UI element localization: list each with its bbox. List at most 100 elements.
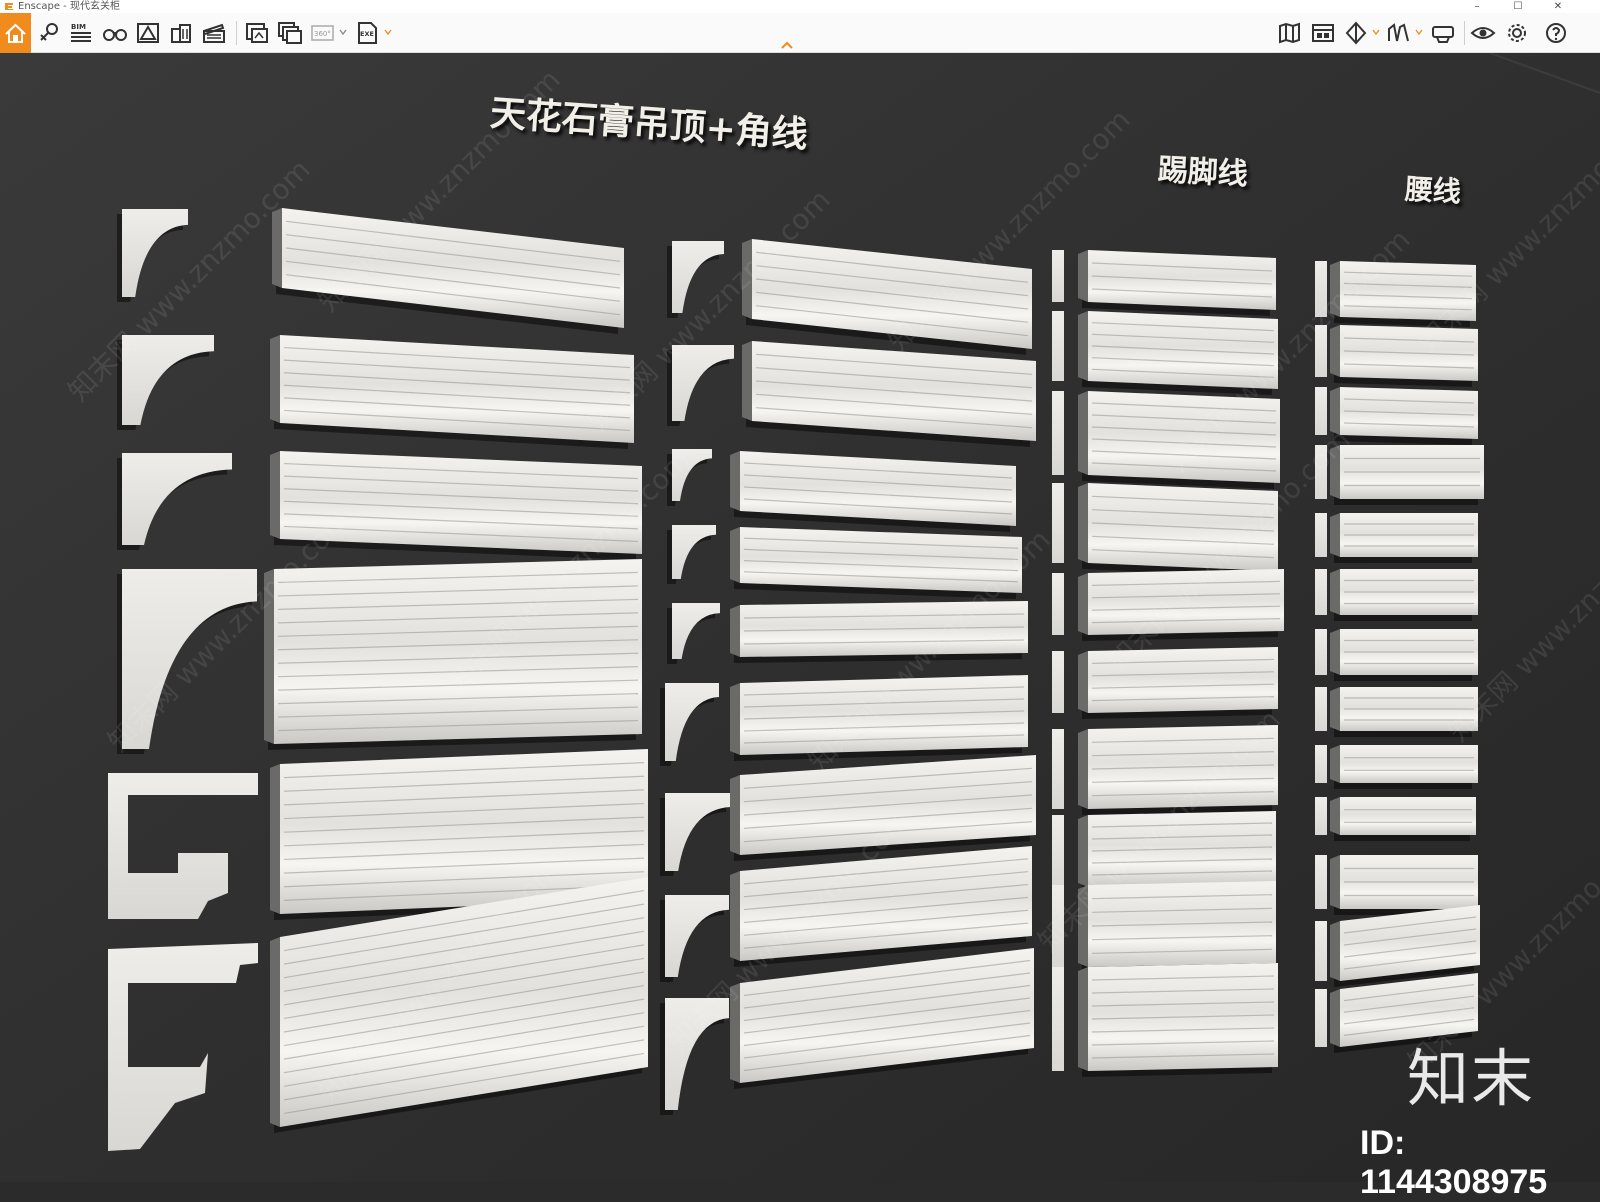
waist-panel-5-end bbox=[1330, 569, 1340, 615]
waist-profile bbox=[1315, 387, 1327, 435]
minimize-button[interactable]: – bbox=[1462, 0, 1492, 13]
asset-library-icon bbox=[1312, 24, 1334, 42]
waist-line-title: 腰线 bbox=[1404, 172, 1462, 209]
skirting-profile bbox=[1052, 967, 1064, 1071]
cornice-strip-g2-end bbox=[730, 451, 740, 511]
toolbar-separator bbox=[236, 21, 237, 45]
settings-button[interactable] bbox=[1504, 21, 1530, 45]
vr-icon bbox=[1432, 26, 1454, 43]
chevron-down-icon[interactable] bbox=[1372, 28, 1380, 36]
scene-icon bbox=[137, 23, 159, 43]
visual-settings-icon bbox=[1345, 21, 1367, 45]
exe-label: EXE bbox=[360, 30, 374, 38]
waist-profile bbox=[1315, 745, 1327, 783]
buildings-button[interactable] bbox=[168, 21, 194, 45]
map-button[interactable] bbox=[1277, 21, 1303, 45]
bim-label: BIM bbox=[71, 23, 86, 31]
close-button[interactable]: ✕ bbox=[1543, 0, 1573, 13]
cornice-strip-c-end bbox=[270, 451, 280, 539]
panorama-label: 360° bbox=[314, 30, 331, 38]
enscape-logo-icon bbox=[5, 3, 13, 10]
export-exe-icon: EXE bbox=[358, 22, 377, 44]
cornice-strip-b-end bbox=[270, 335, 280, 423]
waist-profile bbox=[1315, 629, 1327, 675]
skirting-panel-6-end bbox=[1078, 729, 1088, 809]
visibility-button[interactable] bbox=[1470, 21, 1496, 45]
buildings-icon bbox=[171, 24, 191, 43]
batch-render-icon bbox=[278, 22, 302, 44]
skirting-panel-2-end bbox=[1078, 391, 1088, 475]
cornice-strip-a-end bbox=[272, 208, 282, 288]
waist-panel-7-end bbox=[1330, 687, 1340, 731]
waist-panel-12-end bbox=[1330, 989, 1340, 1047]
skirting-panel-3-end bbox=[1078, 483, 1088, 563]
chevron-down-icon[interactable] bbox=[1415, 28, 1423, 36]
cornice-strip-g4-end bbox=[730, 605, 740, 657]
cornice-strip-g7-end bbox=[730, 871, 740, 961]
visual-settings-button[interactable] bbox=[1343, 21, 1369, 45]
home-button[interactable] bbox=[0, 13, 31, 53]
waist-profile bbox=[1315, 989, 1327, 1047]
skirting-profile bbox=[1052, 311, 1064, 381]
waist-panel-8-end bbox=[1330, 745, 1340, 783]
chevron-down-icon[interactable] bbox=[384, 28, 392, 36]
scene-button[interactable] bbox=[135, 21, 161, 45]
enscape-toolbar: BIM 360° EXE bbox=[0, 13, 1600, 53]
screenshot-icon bbox=[246, 23, 268, 43]
binoculars-icon bbox=[103, 29, 127, 41]
waist-panel-6-end bbox=[1330, 629, 1340, 675]
model-id-label: ID: 1144308975 bbox=[1360, 1124, 1548, 1201]
window-title-bar: Enscape - 现代玄关柜 – ☐ ✕ bbox=[0, 0, 1600, 13]
clapper-icon bbox=[203, 23, 225, 43]
waist-profile bbox=[1315, 921, 1327, 981]
collab-icon bbox=[1388, 23, 1409, 42]
toolbar-separator bbox=[1464, 21, 1465, 45]
skirting-panel-7-end bbox=[1078, 815, 1088, 887]
waist-panel-8 bbox=[1340, 745, 1478, 783]
screenshot-button[interactable] bbox=[244, 21, 270, 45]
render-viewport[interactable]: 知末网 www.znzmo.com 知末网 www.znzmo.com 知末网 ww… bbox=[0, 53, 1600, 1182]
collaborative-button[interactable] bbox=[1386, 21, 1412, 45]
asset-library-button[interactable] bbox=[1310, 21, 1336, 45]
maximize-button[interactable]: ☐ bbox=[1503, 0, 1533, 13]
cornice-strip-g6-end bbox=[730, 775, 740, 855]
bim-icon: BIM bbox=[71, 23, 91, 42]
skirting-panel-4-end bbox=[1078, 573, 1088, 635]
chevron-down-icon[interactable] bbox=[339, 28, 347, 36]
waist-panel-9-end bbox=[1330, 797, 1340, 835]
pin-button[interactable] bbox=[36, 21, 62, 45]
export-exe-button[interactable]: EXE bbox=[355, 21, 381, 45]
waist-profile bbox=[1315, 569, 1327, 615]
waist-panel-9 bbox=[1340, 797, 1476, 835]
cornice-strip-f-end bbox=[270, 937, 280, 1127]
help-button[interactable] bbox=[1543, 21, 1569, 45]
binoculars-button[interactable] bbox=[102, 21, 128, 45]
window-title: Enscape - 现代玄关柜 bbox=[18, 1, 120, 12]
map-icon bbox=[1279, 22, 1300, 44]
waist-panel-10-end bbox=[1330, 855, 1340, 909]
skirting-profile bbox=[1052, 391, 1064, 475]
vr-button[interactable] bbox=[1430, 21, 1456, 45]
panorama-360-icon: 360° bbox=[311, 25, 334, 41]
cornice-strip-g3-end bbox=[730, 527, 740, 583]
waist-profile bbox=[1315, 513, 1327, 557]
skirting-panel-5-end bbox=[1078, 651, 1088, 713]
pin-icon bbox=[40, 23, 58, 41]
visibility-icon bbox=[1470, 27, 1496, 39]
waist-profile bbox=[1315, 687, 1327, 731]
waist-profile bbox=[1315, 855, 1327, 909]
skirting-title: 踢脚线 bbox=[1156, 152, 1249, 193]
cornice-strip-g1-end bbox=[742, 341, 752, 421]
skirting-profile bbox=[1052, 815, 1064, 887]
batch-render-button[interactable] bbox=[277, 21, 303, 45]
brand-watermark: 知末 bbox=[1407, 1042, 1536, 1115]
clapper-button[interactable] bbox=[201, 21, 227, 45]
collapse-toolbar-icon[interactable] bbox=[780, 40, 794, 50]
skirting-panel-9-end bbox=[1078, 967, 1088, 1071]
panorama-button[interactable]: 360° bbox=[310, 21, 336, 45]
skirting-profile bbox=[1052, 651, 1064, 713]
waist-profile bbox=[1315, 797, 1327, 835]
cornice-strip-e-end bbox=[270, 764, 280, 914]
bim-button[interactable]: BIM bbox=[69, 21, 95, 45]
moulding-scene: 知末网 www.znzmo.com知末网 www.znzmo.com 知末网 ww… bbox=[0, 53, 1600, 1182]
